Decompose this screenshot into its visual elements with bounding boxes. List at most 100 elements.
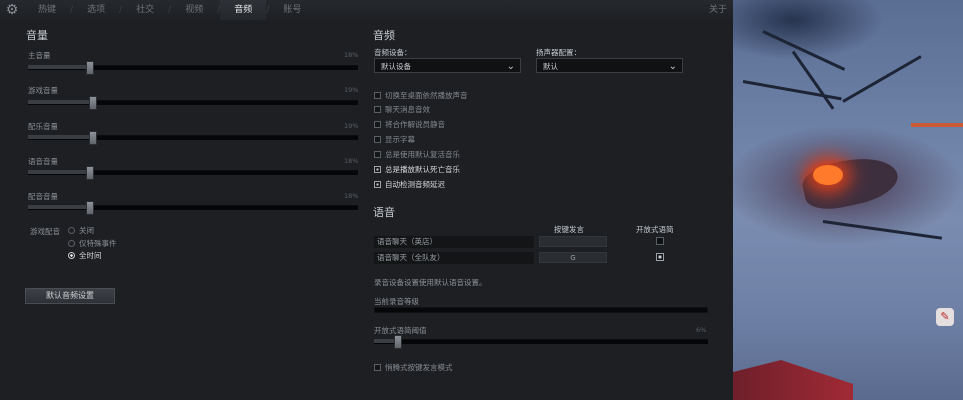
radio-button[interactable] — [68, 240, 75, 247]
slider-fill — [28, 170, 86, 174]
checkbox-default-respawn-music[interactable]: 总是使用默认复活音乐 — [374, 149, 460, 160]
checkbox-label: 总是使用默认复活音乐 — [385, 150, 460, 159]
slider-thumb[interactable] — [86, 201, 94, 215]
music-volume-slider[interactable] — [28, 131, 358, 145]
audio-device-label: 音频设备： — [374, 48, 412, 57]
checkbox-checked[interactable] — [374, 166, 381, 173]
volume-section-title: 音量 — [26, 29, 48, 42]
voice-chat-party-open-mic-checkbox[interactable] — [656, 237, 664, 245]
chat-wheel-icon[interactable]: ✎ — [936, 308, 954, 326]
audio-device-value: 默认设备 — [381, 62, 411, 71]
settings-tab-bar: ⚙ 热键 / 选项 / 社交 / 视频 / 音频 / 账号 关于 — [0, 0, 733, 21]
tree-branch — [842, 55, 922, 103]
slider-fill — [28, 100, 89, 104]
slider-fill — [28, 205, 86, 209]
slider-thumb[interactable] — [86, 166, 94, 180]
recording-device-note: 录音设备设置使用默认语音设置。 — [374, 278, 487, 287]
tab-audio[interactable]: 音频 — [220, 0, 267, 20]
checkbox-default-death-music[interactable]: 总是播放默认死亡音乐 — [374, 164, 460, 175]
lava-streak — [911, 123, 963, 127]
checkbox[interactable] — [374, 121, 381, 128]
gear-icon[interactable]: ⚙ — [4, 2, 20, 18]
checkbox-label: 聊天消息音效 — [385, 105, 430, 114]
announcer-volume-slider[interactable] — [28, 201, 358, 215]
radio-button-selected[interactable] — [68, 252, 75, 259]
checkbox-label: 总是播放默认死亡音乐 — [385, 165, 460, 174]
speaker-config-label: 扬声器配置： — [536, 48, 581, 57]
checkbox-label: 将合作解说员静音 — [385, 120, 445, 129]
checkbox[interactable] — [374, 136, 381, 143]
tree-branch — [742, 80, 842, 101]
radio-label: 全时间 — [79, 251, 102, 260]
checkbox-label: 显示字幕 — [385, 135, 415, 144]
checkbox[interactable] — [374, 151, 381, 158]
about-link[interactable]: 关于 — [709, 0, 727, 20]
open-mic-threshold-slider[interactable] — [374, 335, 708, 349]
slider-fill — [374, 339, 394, 343]
record-level-meter — [374, 307, 708, 313]
default-audio-settings-button[interactable]: 默认音频设置 — [25, 288, 115, 304]
checkbox-checked[interactable] — [374, 181, 381, 188]
voice-chat-team-label: 语音聊天（全队友） — [374, 252, 534, 264]
slider-thumb[interactable] — [89, 96, 97, 110]
radio-button[interactable] — [68, 227, 75, 234]
checkbox[interactable] — [374, 92, 381, 99]
master-volume-percent: 18% — [344, 51, 359, 59]
checkbox-play-in-background[interactable]: 切换至桌面依然播放声音 — [374, 90, 468, 101]
burning-rock — [799, 150, 902, 215]
audio-device-select[interactable]: 默认设备 ⌄ — [374, 58, 521, 73]
slider-fill — [28, 135, 89, 139]
chevron-down-icon: ⌄ — [668, 61, 677, 72]
speaker-config-value: 默认 — [543, 62, 558, 71]
game-volume-slider[interactable] — [28, 96, 358, 110]
open-mic-header: 开放式语简 — [636, 225, 674, 234]
checkbox-hold-push-to-talk[interactable]: 悄腾式按键发言模式 — [374, 362, 453, 373]
voice-volume-percent: 18% — [344, 157, 359, 165]
checkbox-label: 自动检测音频延迟 — [385, 180, 445, 189]
lava-glow — [813, 165, 843, 185]
announcer-mode-label: 游戏配音 — [30, 227, 60, 236]
master-volume-label: 主音量 — [28, 51, 51, 60]
tab-social[interactable]: 社交 — [122, 0, 168, 20]
audio-section-title: 音频 — [373, 29, 395, 42]
game-background-scene: ✎ — [733, 0, 963, 400]
announcer-option-all-time[interactable]: 全时间 — [68, 250, 102, 261]
tab-options[interactable]: 选项 — [73, 0, 119, 20]
radio-label: 关闭 — [79, 226, 94, 235]
slider-thumb[interactable] — [394, 335, 402, 349]
tab-video[interactable]: 视频 — [171, 0, 217, 20]
checkbox-label: 切换至桌面依然播放声音 — [385, 91, 468, 100]
checkbox-mute-coop-caster[interactable]: 将合作解说员静音 — [374, 119, 445, 130]
game-volume-label: 游戏音量 — [28, 86, 58, 95]
tab-account[interactable]: 账号 — [269, 0, 315, 20]
radio-label: 仅特殊事件 — [79, 239, 117, 248]
slider-fill — [28, 65, 86, 69]
voice-chat-party-label: 语音聊天（英店） — [374, 236, 534, 248]
speaker-config-select[interactable]: 默认 ⌄ — [536, 58, 683, 73]
announcer-option-off[interactable]: 关闭 — [68, 225, 94, 236]
slider-thumb[interactable] — [89, 131, 97, 145]
announcer-volume-percent: 18% — [344, 192, 359, 200]
tab-hotkeys[interactable]: 热键 — [24, 0, 70, 20]
audio-settings-panel: 音量 主音量 18% 游戏音量 19% 配乐音量 19% 语音音量 18% 配音… — [0, 20, 733, 400]
voice-chat-team-open-mic-checkbox[interactable] — [656, 253, 664, 261]
checkbox[interactable] — [374, 106, 381, 113]
checkbox[interactable] — [374, 364, 381, 371]
checkbox-auto-detect-latency[interactable]: 自动检测音频延迟 — [374, 179, 445, 190]
record-level-label: 当前录音等级 — [374, 297, 419, 306]
slider-thumb[interactable] — [86, 61, 94, 75]
open-mic-threshold-percent: 6% — [696, 326, 707, 334]
music-volume-percent: 19% — [344, 122, 359, 130]
tree-branch — [822, 220, 943, 240]
game-volume-percent: 19% — [344, 86, 359, 94]
checkbox-chat-sound[interactable]: 聊天消息音效 — [374, 104, 430, 115]
voice-chat-party-key[interactable] — [539, 236, 607, 247]
checkbox-subtitles[interactable]: 显示字幕 — [374, 134, 415, 145]
voice-volume-slider[interactable] — [28, 166, 358, 180]
voice-section-title: 语音 — [373, 206, 395, 219]
slider-track — [374, 339, 708, 344]
master-volume-slider[interactable] — [28, 61, 358, 75]
announcer-option-special-events[interactable]: 仅特殊事件 — [68, 238, 117, 249]
checkbox-label: 悄腾式按键发言模式 — [385, 363, 453, 372]
voice-chat-team-key[interactable]: G — [539, 252, 607, 263]
